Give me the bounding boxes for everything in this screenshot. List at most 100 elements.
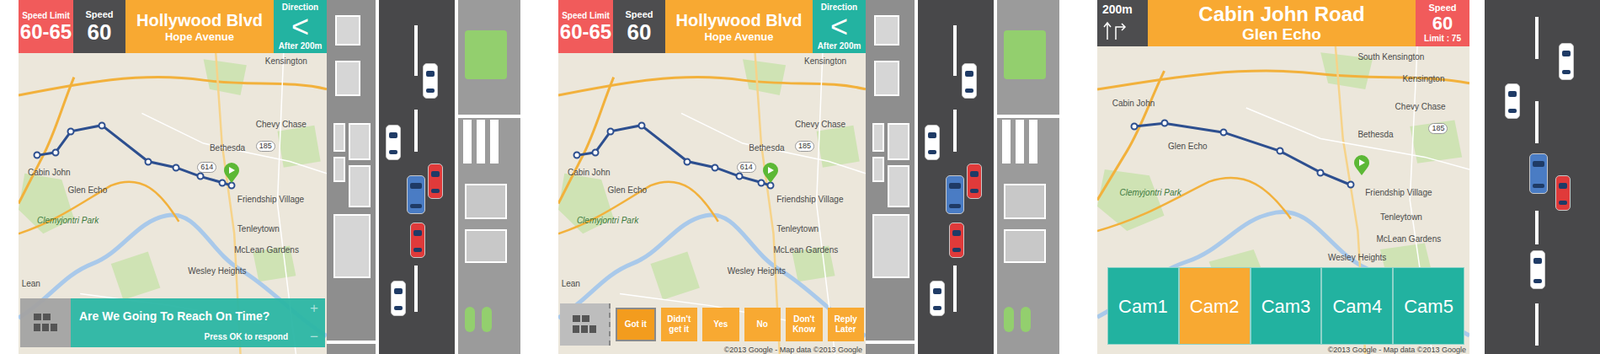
reply-button[interactable]: Got it — [615, 307, 656, 342]
building-block — [335, 60, 361, 96]
car — [961, 63, 977, 99]
lane-marking — [414, 265, 418, 312]
camera-button[interactable]: Cam1 — [1107, 266, 1179, 345]
park-block — [464, 30, 507, 80]
menu-button[interactable] — [20, 298, 71, 347]
route-point — [1317, 168, 1325, 176]
map[interactable]: KensingtonChevy ChaseBethesdaCabin JohnG… — [18, 53, 327, 354]
direction-label: Direction — [821, 2, 858, 13]
map-label: Chevy Chase — [256, 119, 307, 130]
lane-marking — [414, 25, 418, 76]
prompt-box[interactable]: Are We Going To Reach On Time?Press OK t… — [70, 298, 326, 347]
map-label: Tenleytown — [237, 224, 280, 235]
map-label: Chevy Chase — [794, 119, 846, 130]
car-window — [410, 182, 422, 189]
building-block — [333, 213, 371, 278]
route-shield: 185 — [794, 140, 815, 152]
speed-limit-label: Speed Limit — [561, 10, 610, 22]
area-name: Glen Echo — [1242, 25, 1322, 44]
route-point — [1130, 122, 1139, 130]
route-point — [97, 121, 106, 129]
route-point — [1220, 128, 1228, 137]
speed-box: Speed60 — [613, 0, 666, 54]
route-point — [572, 151, 581, 160]
building-block — [464, 229, 507, 263]
car-window — [1533, 278, 1542, 283]
reply-button[interactable]: No — [744, 307, 782, 342]
map-label: Cabin John — [1112, 98, 1156, 109]
car-window — [952, 229, 961, 236]
reply-button[interactable]: Yes — [702, 307, 740, 342]
car-window — [431, 188, 440, 193]
car-window — [933, 288, 942, 294]
car-window — [949, 203, 961, 208]
camera-button[interactable]: Cam4 — [1321, 266, 1393, 345]
car — [929, 280, 945, 316]
street-box: Hollywood BlvdHope Avenue — [125, 0, 274, 54]
menu-button[interactable] — [560, 303, 611, 346]
map-label: Friendship Village — [1365, 187, 1432, 198]
car-window — [1508, 108, 1517, 113]
direction-icon: < — [830, 12, 848, 42]
speed-box: Speed60Limit : 75 — [1415, 0, 1470, 47]
cross-street: Hope Avenue — [704, 30, 774, 44]
car-window — [928, 149, 937, 155]
road-view — [1484, 0, 1600, 354]
nav-screen: 200mCabin John RoadGlen EchoSpeed60Limit… — [1097, 0, 1470, 354]
map[interactable]: South KensingtonKensingtonChevy ChaseBet… — [1097, 46, 1470, 354]
turn-box: 200m — [1097, 0, 1148, 47]
route-point — [757, 178, 765, 187]
reply-button[interactable]: Don't Know — [785, 307, 823, 342]
menu-grid-icon[interactable] — [570, 313, 598, 336]
building-block — [464, 183, 507, 219]
lane-marking — [1535, 16, 1539, 59]
car — [1555, 175, 1571, 211]
map-label: Glen Echo — [1168, 141, 1208, 152]
building-block — [333, 122, 346, 152]
speed-value: 60 — [627, 20, 652, 44]
route-point — [736, 172, 744, 181]
route-point — [1160, 119, 1168, 128]
direction-label: Direction — [282, 2, 319, 13]
building-block — [874, 60, 900, 96]
turn-arrows-icon — [1102, 20, 1128, 41]
building-block — [333, 156, 346, 182]
camera-button[interactable]: Cam5 — [1392, 266, 1465, 345]
car-window — [1558, 200, 1568, 205]
camera-button[interactable]: Cam3 — [1250, 266, 1323, 345]
zoom-button[interactable]: + — [309, 299, 319, 317]
map-label: Wesley Heights — [1328, 252, 1387, 263]
route-point — [1346, 181, 1355, 189]
speed-limit: Limit : 75 — [1424, 33, 1462, 44]
map-label: Friendship Village — [237, 194, 304, 205]
menu-grid-icon[interactable] — [32, 311, 59, 334]
street-box: Cabin John RoadGlen Echo — [1147, 0, 1416, 47]
reply-button[interactable]: Didn't get it — [661, 307, 699, 342]
zoom-button[interactable]: − — [309, 328, 319, 346]
speed-limit-box: Speed Limit60-65 — [558, 0, 614, 54]
map-label: McLean Gardens — [773, 245, 839, 256]
lane-marking — [953, 25, 957, 76]
car — [924, 124, 940, 160]
top-bar: 200mCabin John RoadGlen EchoSpeed60Limit… — [1097, 0, 1470, 47]
building-block — [887, 122, 910, 160]
route-point — [51, 148, 59, 156]
camera-button[interactable]: Cam2 — [1178, 266, 1251, 345]
car-window — [413, 229, 422, 236]
prompt-question: Are We Going To Reach On Time? — [79, 308, 326, 324]
map-label: Tenleytown — [776, 224, 819, 235]
car-window — [949, 182, 961, 189]
car — [966, 163, 982, 199]
top-bar: Speed Limit60-65Speed60Hollywood BlvdHop… — [18, 0, 327, 54]
prompt-bar[interactable]: Are We Going To Reach On Time?Press OK t… — [20, 298, 326, 347]
map-label: McLean Gardens — [234, 245, 299, 256]
lane-marking — [953, 265, 957, 312]
reply-button[interactable]: Reply Later — [827, 307, 865, 342]
map-label: Kensington — [1402, 74, 1445, 85]
camera-bar: Cam1Cam2Cam3Cam4Cam5 — [1107, 266, 1465, 345]
car — [1530, 250, 1546, 289]
crosswalk-stripe — [1002, 119, 1011, 164]
map[interactable]: KensingtonChevy ChaseBethesdaCabin JohnG… — [558, 53, 866, 354]
route-point — [196, 172, 204, 181]
map-label: Clemyjontri Park — [576, 215, 639, 226]
